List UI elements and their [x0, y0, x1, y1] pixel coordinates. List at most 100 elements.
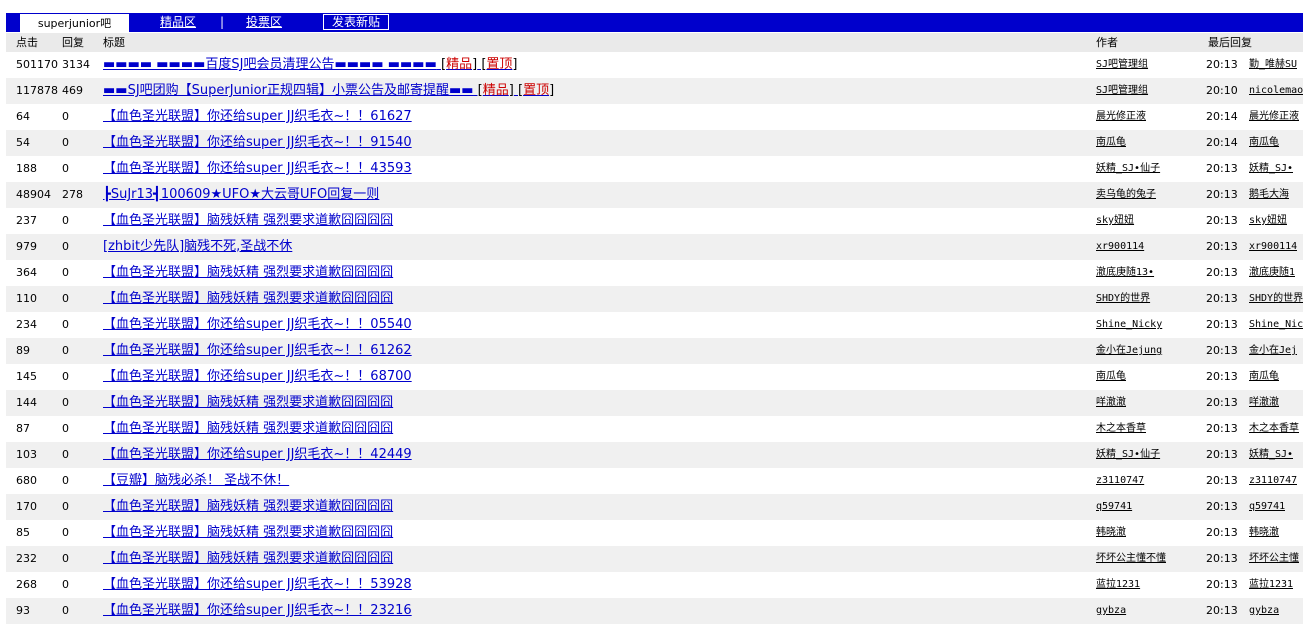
last-reply-user[interactable]: 妖精_SJ• [1249, 442, 1293, 468]
thread-title-link[interactable]: 【血色圣光联盟】你还给super JJ织毛衣~！！53928 [103, 577, 412, 592]
last-reply-user[interactable]: 蓝拉1231 [1249, 572, 1293, 598]
thread-title-link[interactable]: 【血色圣光联盟】脑残妖精 强烈要求道歉囧囧囧囧 [103, 395, 393, 410]
thread-title[interactable]: 【血色圣光联盟】脑残妖精 强烈要求道歉囧囧囧囧 [103, 494, 393, 520]
author-link[interactable]: 咩澈澈 [1096, 390, 1126, 416]
click-count: 364 [16, 266, 37, 279]
thread-title[interactable]: ▬▬▬▬ ▬▬▬▬百度SJ吧会员清理公告▬▬▬▬ ▬▬▬▬ [精品] [置顶] [103, 52, 518, 78]
reply-count: 0 [62, 240, 69, 253]
thread-tag-label[interactable]: 精品 [446, 57, 472, 72]
thread-title[interactable]: 【血色圣光联盟】你还给super JJ织毛衣~！！23216 [103, 598, 412, 624]
last-reply-user[interactable]: 晨光修正液 [1249, 104, 1299, 130]
thread-title-link[interactable]: 【血色圣光联盟】你还给super JJ织毛衣~！！68700 [103, 369, 412, 384]
last-reply-user[interactable]: nicolemao [1249, 78, 1303, 104]
author-link[interactable]: 南瓜龟 [1096, 130, 1126, 156]
thread-title[interactable]: 【血色圣光联盟】脑残妖精 强烈要求道歉囧囧囧囧 [103, 546, 393, 572]
thread-title[interactable]: ▬▬SJ吧团购【SuperJunior正规四辑】小票公告及邮寄提醒▬▬ [精品]… [103, 78, 554, 104]
thread-title-link[interactable]: ▬▬▬▬ ▬▬▬▬百度SJ吧会员清理公告▬▬▬▬ ▬▬▬▬ [103, 57, 437, 72]
author-link[interactable]: gybza [1096, 598, 1126, 624]
thread-title[interactable]: 【血色圣光联盟】你还给super JJ织毛衣~！！91540 [103, 130, 412, 156]
thread-title[interactable]: 【血色圣光联盟】脑残妖精 强烈要求道歉囧囧囧囧 [103, 390, 393, 416]
last-reply-user[interactable]: z3110747 [1249, 468, 1297, 494]
thread-title-link[interactable]: 【血色圣光联盟】脑残妖精 强烈要求道歉囧囧囧囧 [103, 213, 393, 228]
last-reply-user[interactable]: 坏坏公主懂 [1249, 546, 1299, 572]
last-reply-user[interactable]: Shine_Nic [1249, 312, 1303, 338]
thread-title-link[interactable]: 【血色圣光联盟】你还给super JJ织毛衣~！！05540 [103, 317, 412, 332]
reply-count: 0 [62, 136, 69, 149]
thread-title-link[interactable]: 【血色圣光联盟】脑残妖精 强烈要求道歉囧囧囧囧 [103, 551, 393, 566]
thread-title-link[interactable]: 【血色圣光联盟】你还给super JJ织毛衣~！！43593 [103, 161, 412, 176]
last-reply-user[interactable]: SHDY的世界 [1249, 286, 1303, 312]
tab-superjunior-bar[interactable]: superjunior吧 [19, 13, 130, 32]
author-link[interactable]: 妖精_SJ•仙子 [1096, 442, 1160, 468]
author-link[interactable]: SHDY的世界 [1096, 286, 1150, 312]
tab-featured[interactable]: 精品区 [160, 13, 196, 32]
thread-tag-label[interactable]: 置顶 [523, 83, 549, 98]
last-reply-user[interactable]: gybza [1249, 598, 1279, 624]
author-link[interactable]: q59741 [1096, 494, 1132, 520]
author-link[interactable]: 澈底庚随13• [1096, 260, 1154, 286]
thread-title[interactable]: 【血色圣光联盟】脑残妖精 强烈要求道歉囧囧囧囧 [103, 286, 393, 312]
author-link[interactable]: 木之本香草 [1096, 416, 1146, 442]
thread-title[interactable]: 【血色圣光联盟】你还给super JJ织毛衣~！！61262 [103, 338, 412, 364]
tab-vote[interactable]: 投票区 [246, 13, 282, 32]
author-link[interactable]: xr900114 [1096, 234, 1144, 260]
author-link[interactable]: 南瓜龟 [1096, 364, 1126, 390]
thread-title-link[interactable]: 【血色圣光联盟】脑残妖精 强烈要求道歉囧囧囧囧 [103, 291, 393, 306]
author-link[interactable]: sky妞妞 [1096, 208, 1134, 234]
thread-title-link[interactable]: 【血色圣光联盟】脑残妖精 强烈要求道歉囧囧囧囧 [103, 265, 393, 280]
thread-title-link[interactable]: ┣SuJr13┫100609★UFO★大云哥UFO回复一则 [103, 187, 379, 202]
last-reply-user[interactable]: 鹅毛大海 [1249, 182, 1289, 208]
thread-title-link[interactable]: 【血色圣光联盟】脑残妖精 强烈要求道歉囧囧囧囧 [103, 421, 393, 436]
last-reply-user[interactable]: 南瓜龟 [1249, 130, 1279, 156]
thread-title-link[interactable]: ▬▬SJ吧团购【SuperJunior正规四辑】小票公告及邮寄提醒▬▬ [103, 83, 474, 98]
author-link[interactable]: 晨光修正液 [1096, 104, 1146, 130]
last-reply-user[interactable]: 澈底庚随1 [1249, 260, 1295, 286]
thread-title[interactable]: ┣SuJr13┫100609★UFO★大云哥UFO回复一则 [103, 182, 379, 208]
thread-title[interactable]: 【血色圣光联盟】你还给super JJ织毛衣~！！42449 [103, 442, 412, 468]
thread-title[interactable]: 【血色圣光联盟】脑残妖精 强烈要求道歉囧囧囧囧 [103, 416, 393, 442]
author-link[interactable]: SJ吧管理组 [1096, 52, 1148, 78]
author-link[interactable]: 坏坏公主懂不懂 [1096, 546, 1166, 572]
thread-title[interactable]: 【血色圣光联盟】脑残妖精 强烈要求道歉囧囧囧囧 [103, 520, 393, 546]
thread-title-link[interactable]: [zhbit少先队]脑残不死,圣战不休 [103, 239, 292, 254]
thread-title[interactable]: 【血色圣光联盟】脑残妖精 强烈要求道歉囧囧囧囧 [103, 208, 393, 234]
thread-tag-label[interactable]: 精品 [483, 83, 509, 98]
last-reply-user[interactable]: q59741 [1249, 494, 1285, 520]
thread-title-link[interactable]: 【血色圣光联盟】你还给super JJ织毛衣~！！61262 [103, 343, 412, 358]
last-reply-user[interactable]: 木之本香草 [1249, 416, 1299, 442]
author-link[interactable]: SJ吧管理组 [1096, 78, 1148, 104]
author-link[interactable]: 韩晓澈 [1096, 520, 1126, 546]
thread-title-link[interactable]: 【血色圣光联盟】你还给super JJ织毛衣~！！42449 [103, 447, 412, 462]
author-link[interactable]: 蓝拉1231 [1096, 572, 1140, 598]
author-link[interactable]: 妖精_SJ•仙子 [1096, 156, 1160, 182]
last-reply-user[interactable]: 韩晓澈 [1249, 520, 1279, 546]
thread-title-link[interactable]: 【血色圣光联盟】你还给super JJ织毛衣~！！91540 [103, 135, 412, 150]
last-reply-user[interactable]: 勤_唯赫SU [1249, 52, 1297, 78]
click-count: 89 [16, 344, 30, 357]
last-reply-user[interactable]: 金小在Jej [1249, 338, 1297, 364]
thread-title[interactable]: 【血色圣光联盟】你还给super JJ织毛衣~！！68700 [103, 364, 412, 390]
author-link[interactable]: Shine_Nicky [1096, 312, 1162, 338]
new-post-button[interactable]: 发表新贴 [323, 14, 389, 30]
last-reply-user[interactable]: 妖精_SJ• [1249, 156, 1293, 182]
thread-title-link[interactable]: 【血色圣光联盟】你还给super JJ织毛衣~！！61627 [103, 109, 412, 124]
last-reply-user[interactable]: xr900114 [1249, 234, 1297, 260]
thread-title-link[interactable]: 【豆瓣】脑残必杀！ 圣战不休！ [103, 473, 289, 488]
author-link[interactable]: 卖乌龟的兔子 [1096, 182, 1156, 208]
author-link[interactable]: 金小在Jejung [1096, 338, 1162, 364]
thread-title[interactable]: 【血色圣光联盟】你还给super JJ织毛衣~！！61627 [103, 104, 412, 130]
thread-tag-label[interactable]: 置顶 [486, 57, 512, 72]
last-reply-user[interactable]: sky妞妞 [1249, 208, 1287, 234]
last-reply-user[interactable]: 咩澈澈 [1249, 390, 1279, 416]
thread-title-link[interactable]: 【血色圣光联盟】脑残妖精 强烈要求道歉囧囧囧囧 [103, 499, 393, 514]
thread-title[interactable]: [zhbit少先队]脑残不死,圣战不休 [103, 234, 292, 260]
thread-title-link[interactable]: 【血色圣光联盟】脑残妖精 强烈要求道歉囧囧囧囧 [103, 525, 393, 540]
author-link[interactable]: z3110747 [1096, 468, 1144, 494]
thread-title[interactable]: 【血色圣光联盟】你还给super JJ织毛衣~！！43593 [103, 156, 412, 182]
thread-title[interactable]: 【血色圣光联盟】脑残妖精 强烈要求道歉囧囧囧囧 [103, 260, 393, 286]
thread-title[interactable]: 【血色圣光联盟】你还给super JJ织毛衣~！！53928 [103, 572, 412, 598]
thread-title[interactable]: 【血色圣光联盟】你还给super JJ织毛衣~！！05540 [103, 312, 412, 338]
thread-title[interactable]: 【豆瓣】脑残必杀！ 圣战不休！ [103, 468, 289, 494]
reply-count: 0 [62, 604, 69, 617]
last-reply-user[interactable]: 南瓜龟 [1249, 364, 1279, 390]
